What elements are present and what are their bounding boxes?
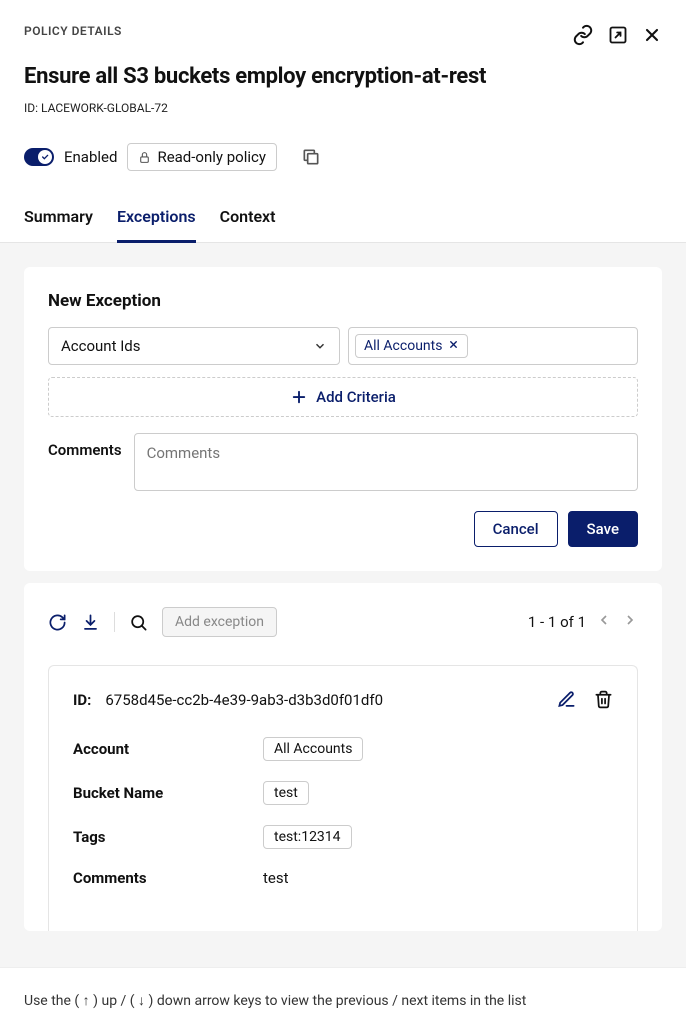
tab-context[interactable]: Context xyxy=(220,207,276,242)
edit-icon[interactable] xyxy=(557,690,576,709)
chip-remove-icon[interactable] xyxy=(448,338,459,354)
comments-input[interactable] xyxy=(134,433,638,491)
plus-icon xyxy=(290,388,308,406)
exception-item: ID: 6758d45e-cc2b-4e39-9ab3-d3b3d0f01df0… xyxy=(48,665,638,931)
criteria-value-input[interactable]: All Accounts xyxy=(348,327,638,365)
enabled-toggle[interactable] xyxy=(24,148,54,166)
enabled-label: Enabled xyxy=(64,148,117,166)
criteria-field-select[interactable]: Account Ids xyxy=(48,327,340,365)
new-exception-title: New Exception xyxy=(48,291,638,311)
cancel-button[interactable]: Cancel xyxy=(474,511,558,547)
tags-label: Tags xyxy=(73,828,263,846)
comments-detail-value: test xyxy=(263,869,289,887)
bucket-label: Bucket Name xyxy=(73,784,263,802)
add-criteria-button[interactable]: Add Criteria xyxy=(48,377,638,417)
refresh-icon[interactable] xyxy=(48,613,67,632)
close-icon[interactable] xyxy=(642,25,662,45)
keyboard-hint: Use the ( ↑ ) up / ( ↓ ) down arrow keys… xyxy=(0,967,686,1033)
readonly-badge: Read-only policy xyxy=(127,143,277,171)
tab-exceptions[interactable]: Exceptions xyxy=(117,207,196,243)
open-external-icon[interactable] xyxy=(608,25,628,45)
page-title: Ensure all S3 buckets employ encryption-… xyxy=(24,64,662,89)
prev-page-icon[interactable] xyxy=(596,612,612,632)
next-page-icon[interactable] xyxy=(622,612,638,632)
pagination-text: 1 - 1 of 1 xyxy=(528,613,586,631)
account-value: All Accounts xyxy=(263,737,363,761)
exception-id-value: 6758d45e-cc2b-4e39-9ab3-d3b3d0f01df0 xyxy=(105,691,383,709)
comments-label: Comments xyxy=(48,433,122,459)
lock-icon-label: Read-only policy xyxy=(157,148,266,166)
new-exception-card: New Exception Account Ids All Accounts A… xyxy=(24,267,662,571)
tab-summary[interactable]: Summary xyxy=(24,207,93,242)
policy-id: ID: LACEWORK-GLOBAL-72 xyxy=(24,101,662,115)
copy-icon[interactable] xyxy=(301,147,321,167)
breadcrumb: POLICY DETAILS xyxy=(24,24,122,38)
link-icon[interactable] xyxy=(572,24,594,46)
delete-icon[interactable] xyxy=(594,690,613,709)
bucket-value: test xyxy=(263,781,309,805)
chevron-down-icon xyxy=(313,339,327,353)
exceptions-list-card: Add exception 1 - 1 of 1 ID: 6758d45e-cc… xyxy=(24,583,662,931)
criteria-chip: All Accounts xyxy=(355,334,468,358)
download-icon[interactable] xyxy=(81,613,100,632)
search-icon[interactable] xyxy=(129,613,148,632)
comments-detail-label: Comments xyxy=(73,869,263,887)
account-label: Account xyxy=(73,740,263,758)
exception-id-label: ID: xyxy=(73,691,91,709)
save-button[interactable]: Save xyxy=(568,511,638,547)
tags-value: test:12314 xyxy=(263,825,352,849)
add-exception-button[interactable]: Add exception xyxy=(162,607,277,637)
